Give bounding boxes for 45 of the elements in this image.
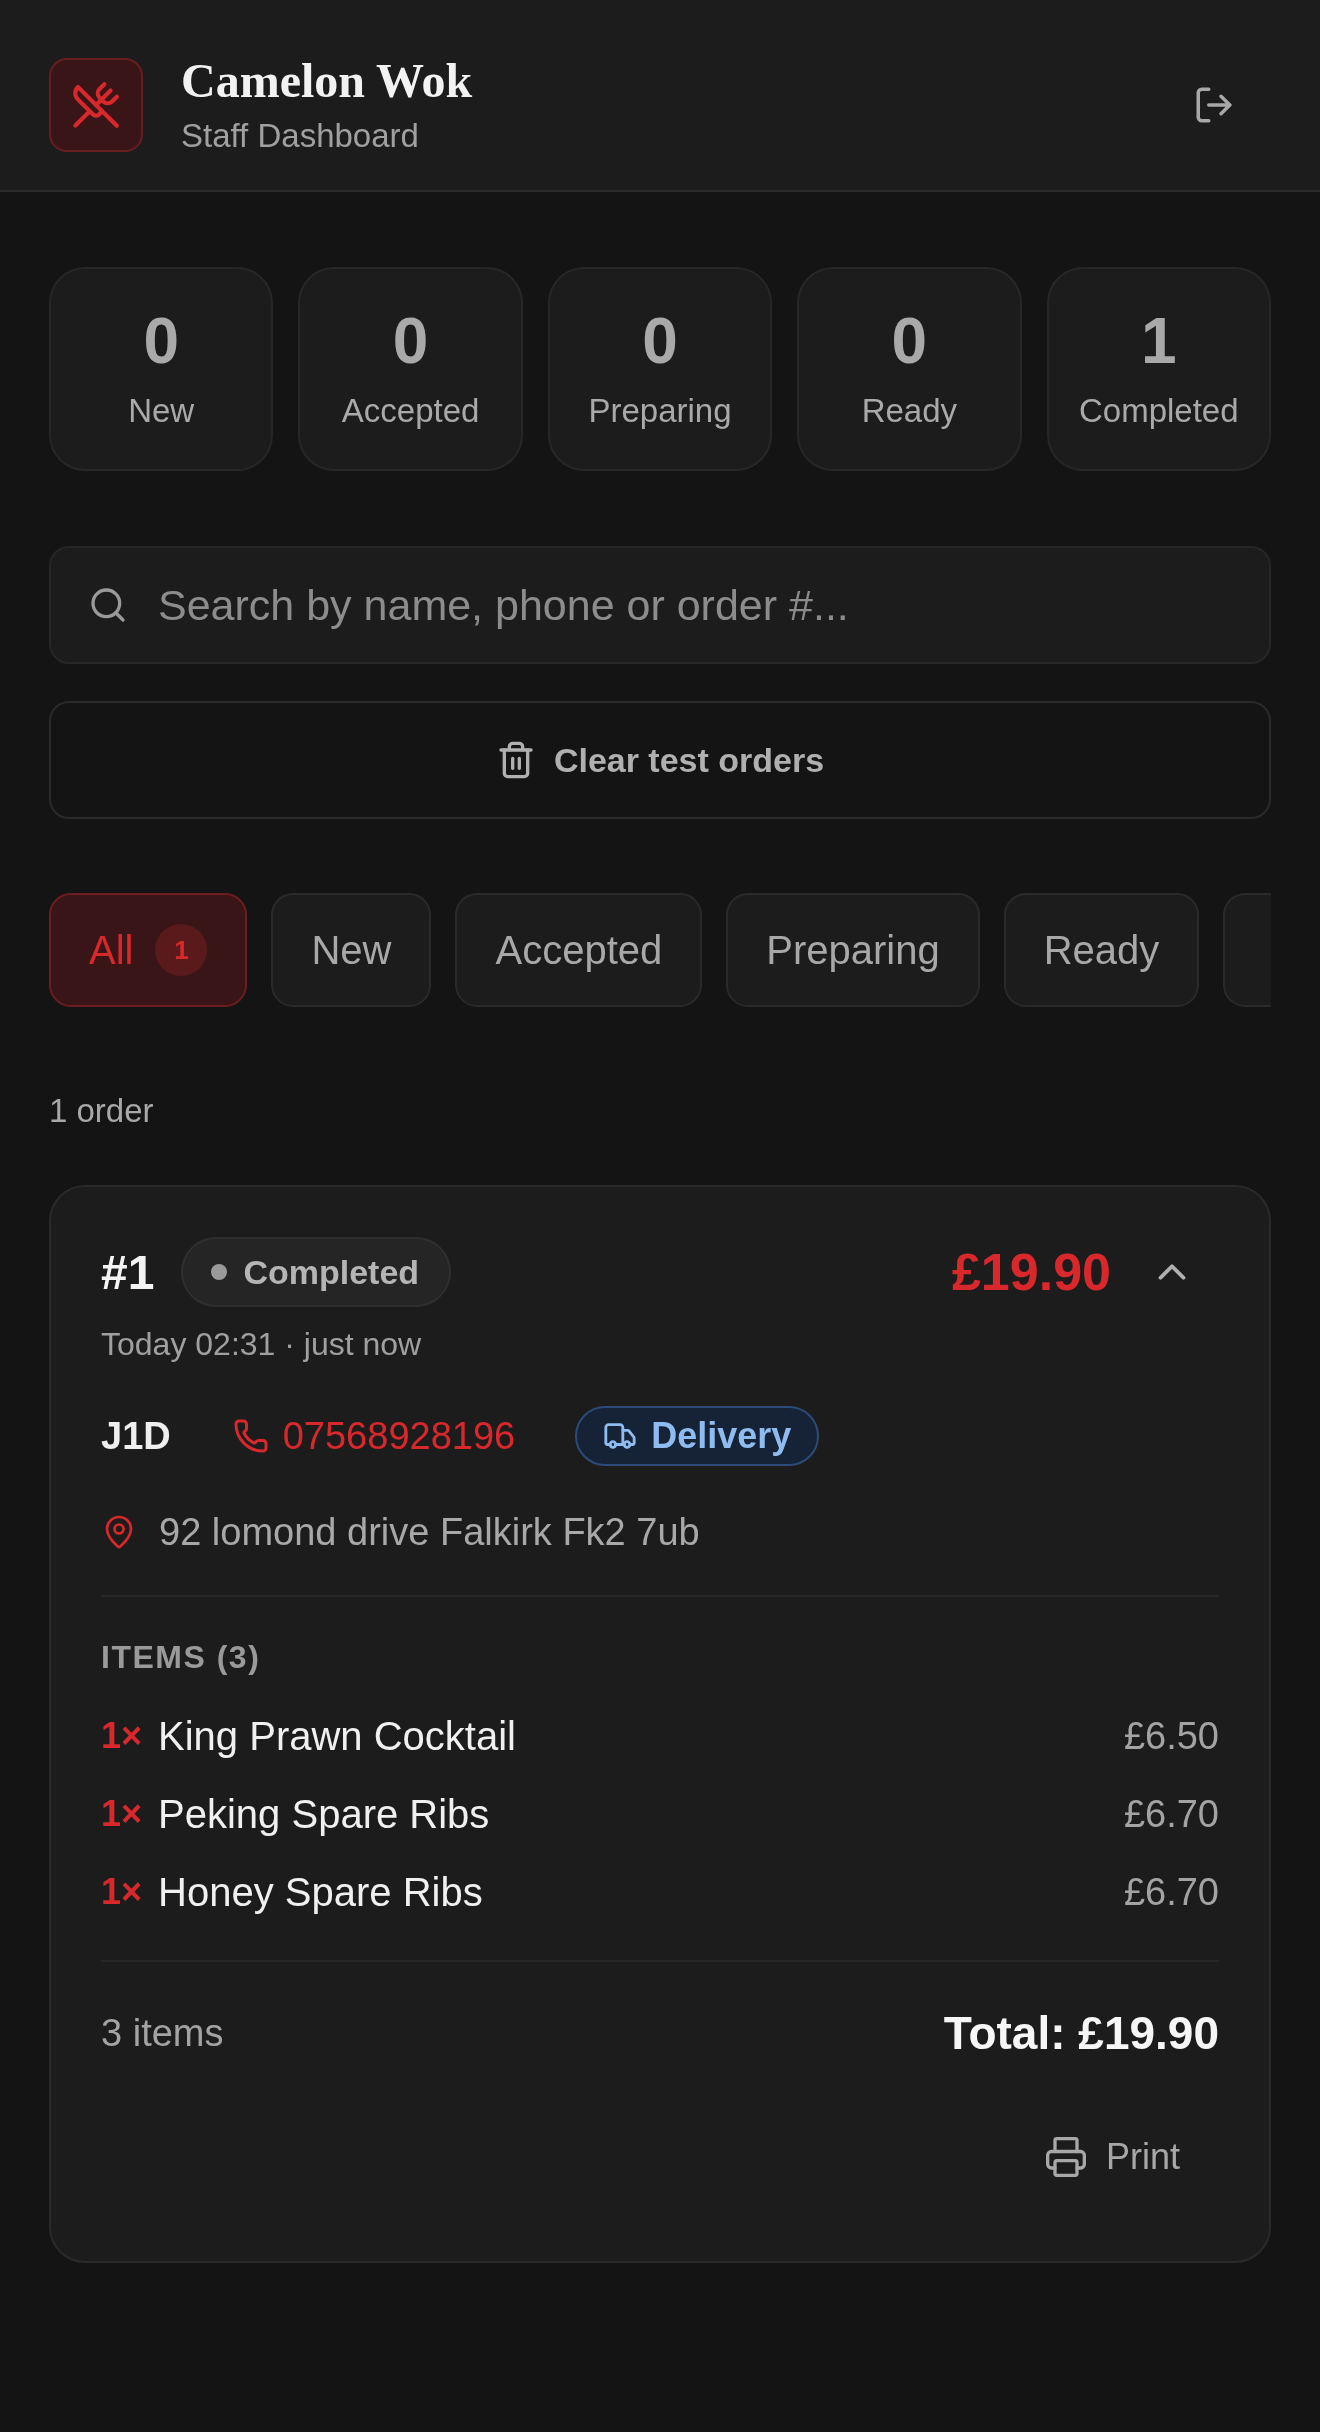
stat-value: 1 — [1141, 308, 1177, 373]
count-badge: 1 — [155, 924, 208, 976]
stat-label: New — [128, 392, 195, 430]
stat-value: 0 — [143, 308, 179, 373]
item-price: £6.70 — [1123, 1870, 1219, 1914]
item-name: King Prawn Cocktail — [158, 1713, 516, 1759]
item-quantity: 1× — [101, 1793, 143, 1835]
item-quantity: 1× — [101, 1871, 143, 1913]
stat-label: Accepted — [341, 392, 480, 430]
phone-icon — [232, 1418, 269, 1454]
printer-icon — [1043, 2135, 1088, 2179]
print-button[interactable]: Print — [1023, 2121, 1200, 2193]
clear-orders-button[interactable]: Clear test orders — [49, 701, 1271, 819]
stat-label: Completed — [1079, 392, 1239, 430]
order-number: #1 — [101, 1244, 155, 1300]
order-total: Total: £19.90 — [943, 2006, 1219, 2060]
order-count: 1 order — [49, 1092, 154, 1130]
filter-tab[interactable]: Preparing — [726, 893, 980, 1007]
order-type-label: Delivery — [651, 1415, 792, 1457]
search-field[interactable]: Search by name, phone or order #... — [49, 546, 1271, 664]
app-subtitle: Staff Dashboard — [181, 118, 419, 155]
customer-name: J1D — [101, 1414, 171, 1458]
order-price: £19.90 — [951, 1242, 1111, 1302]
status-dot-icon — [211, 1264, 228, 1280]
items-count: 3 items — [101, 2011, 224, 2055]
stat-value: 0 — [392, 308, 429, 373]
item-quantity: 1× — [101, 1715, 143, 1757]
filter-tab[interactable]: Ready — [1003, 893, 1200, 1007]
delivery-address: 92 lomond drive Falkirk Fk2 7ub — [159, 1510, 700, 1554]
app-title: Camelon Wok — [181, 55, 473, 107]
status-label: Completed — [243, 1252, 420, 1292]
utensils-icon — [49, 58, 143, 152]
items-heading: ITEMS (3) — [101, 1639, 261, 1675]
item-price: £6.70 — [1123, 1792, 1219, 1836]
stat-label: Ready — [861, 392, 958, 430]
order-time: Today 02:31 · just now — [101, 1326, 422, 1362]
item-price: £6.50 — [1123, 1714, 1219, 1758]
filter-tab[interactable]: New — [271, 893, 432, 1007]
search-icon — [88, 585, 128, 625]
filter-tab[interactable]: Accepted — [455, 893, 703, 1007]
item-name: Peking Spare Ribs — [158, 1791, 490, 1837]
stat-label: Preparing — [588, 392, 732, 430]
item-name: Honey Spare Ribs — [158, 1869, 483, 1915]
stat-value: 0 — [642, 308, 678, 373]
stat-value: 0 — [891, 308, 928, 373]
